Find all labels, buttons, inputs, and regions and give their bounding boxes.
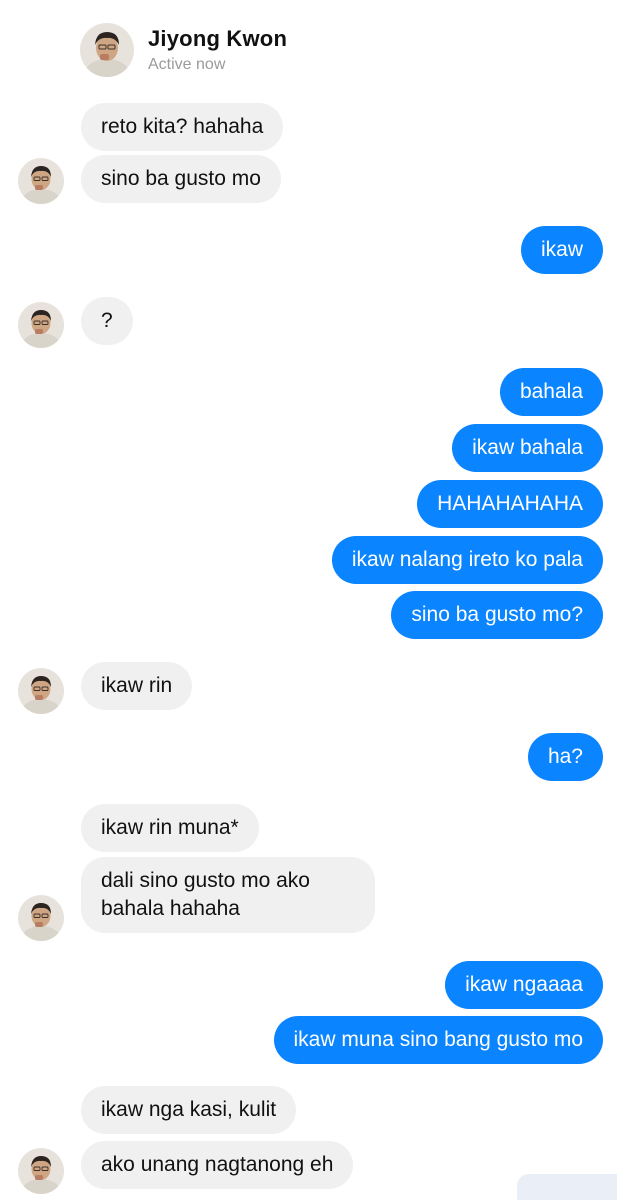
contact-avatar-small <box>18 668 64 714</box>
contact-name[interactable]: Jiyong Kwon <box>148 26 287 52</box>
message-outgoing[interactable]: ikaw muna sino bang gusto mo <box>273 1016 603 1064</box>
chat-header: Jiyong Kwon Active now <box>0 0 617 92</box>
message-incoming[interactable]: ? <box>81 297 133 345</box>
message-incoming[interactable]: reto kita? hahaha <box>81 103 284 151</box>
message-incoming[interactable]: ikaw rin <box>81 662 193 710</box>
message-outgoing[interactable]: HAHAHAHAHA <box>417 480 603 528</box>
message-incoming[interactable]: ikaw rin muna* <box>81 804 259 852</box>
message-outgoing[interactable]: sino ba gusto mo? <box>391 591 603 639</box>
contact-avatar-small <box>18 158 64 204</box>
contact-avatar-small <box>18 1148 64 1194</box>
message-outgoing[interactable]: ikaw ngaaaa <box>445 961 603 1009</box>
message-outgoing[interactable]: ikaw nalang ireto ko pala <box>331 536 603 584</box>
message-incoming[interactable]: ikaw nga kasi, kulit <box>81 1086 297 1134</box>
message-incoming[interactable]: dali sino gusto mo ako bahala hahaha <box>81 857 375 933</box>
message-outgoing[interactable]: ikaw <box>520 226 603 274</box>
message-incoming[interactable]: ako unang nagtanong eh <box>81 1141 354 1189</box>
contact-avatar-small <box>18 895 64 941</box>
message-outgoing[interactable]: ikaw bahala <box>452 424 603 472</box>
active-status: Active now <box>148 56 226 73</box>
message-outgoing[interactable]: ha? <box>527 733 603 781</box>
message-outgoing[interactable]: bahala <box>499 368 603 416</box>
contact-avatar-small <box>18 302 64 348</box>
contact-avatar[interactable] <box>80 23 134 77</box>
message-incoming[interactable]: sino ba gusto mo <box>81 155 281 203</box>
message-line: dali sino gusto mo ako <box>101 869 310 892</box>
scroll-indicator <box>517 1174 617 1200</box>
message-line: bahala hahaha <box>101 897 240 920</box>
